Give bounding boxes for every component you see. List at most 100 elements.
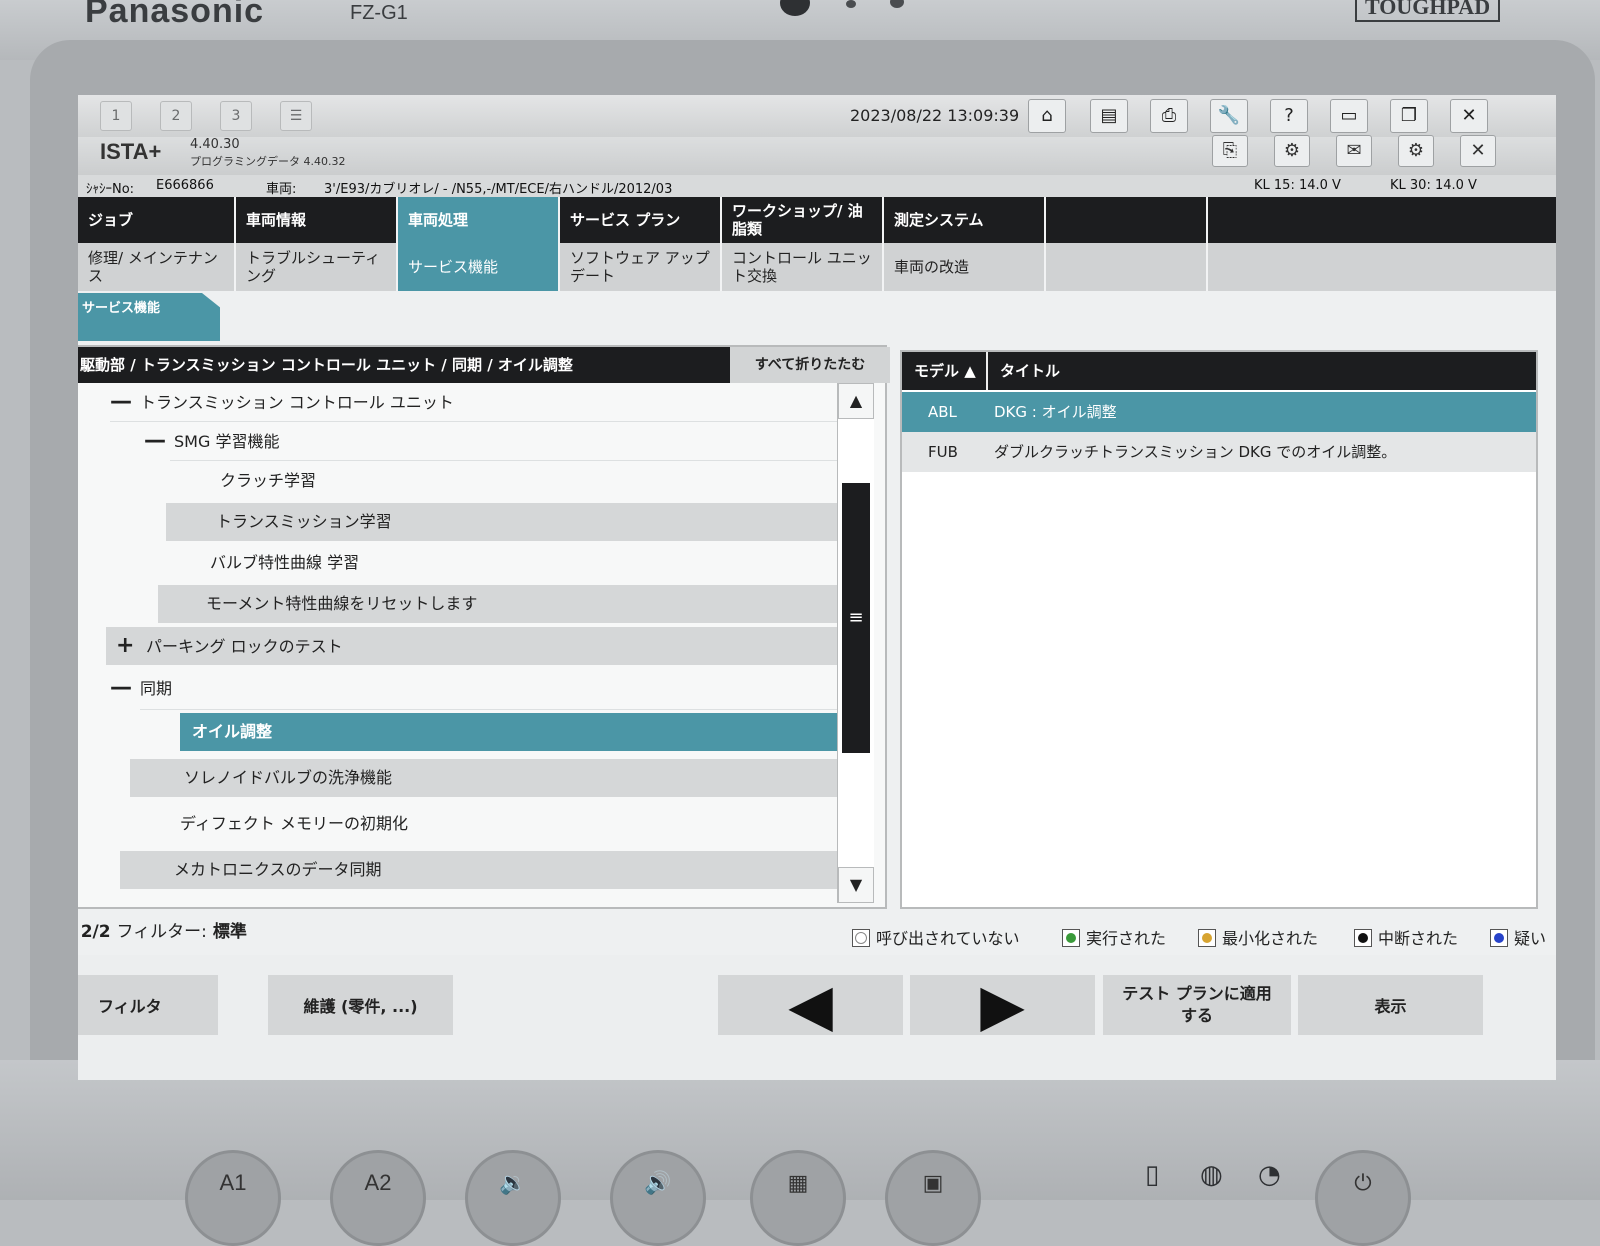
status-line: : 2/2 フィルター: 標準: [78, 917, 247, 942]
help-icon[interactable]: ?: [1270, 99, 1308, 133]
subtab-vehicle-modification[interactable]: 車両の改造: [884, 243, 1046, 291]
collapse-icon[interactable]: —: [110, 383, 140, 421]
minimize-icon[interactable]: ▭: [1330, 99, 1368, 133]
legend-label: 呼び出されていない: [876, 929, 1020, 948]
subtab-repair-maintenance[interactable]: 修理/ メインテナンス: [78, 243, 236, 291]
tree-item[interactable]: + パーキング ロックのテスト: [106, 627, 837, 665]
collapse-all-button[interactable]: すべて折りたたむ: [730, 347, 890, 383]
tree-item[interactable]: バルブ特性曲線 学習: [166, 544, 837, 582]
screen: 1 2 3 ☰ 2023/08/22 13:09:39 ⌂ ▤ ⎙ 🔧 ? ▭ …: [78, 95, 1556, 1080]
tab-workshop[interactable]: ワークショップ/ 油脂類: [722, 197, 884, 243]
display-button[interactable]: 表示: [1298, 975, 1483, 1035]
tree-item[interactable]: — トランスミッション コントロール ユニット: [110, 383, 837, 421]
toolbar-button-3[interactable]: 3: [220, 101, 252, 131]
maintenance-button[interactable]: 維護 (零件, ...): [268, 975, 453, 1035]
power-icon[interactable]: ⏻: [1315, 1150, 1411, 1246]
message-icon[interactable]: ✉: [1336, 135, 1372, 167]
scrollbar[interactable]: ▲ ≡ ▼: [837, 383, 874, 903]
tab-vehicle-processing[interactable]: 車両処理: [398, 197, 560, 243]
legend-executed: 実行された: [1062, 925, 1166, 949]
tab-measurement-system[interactable]: 測定システム: [884, 197, 1046, 243]
tree-item-label: メカトロニクスのデータ同期: [174, 860, 382, 879]
legend-not-called: 呼び出されていない: [852, 925, 1020, 949]
tree-item-label: クラッチ学習: [220, 471, 317, 490]
tree-item-label: バルブ特性曲線 学習: [210, 553, 360, 572]
list-icon[interactable]: ☰: [280, 101, 312, 131]
tree-item-selected[interactable]: オイル調整: [180, 713, 837, 751]
filter-label: フィルター:: [116, 922, 207, 942]
status-suspected-icon: [1490, 929, 1508, 947]
book-icon[interactable]: ▤: [1090, 99, 1128, 133]
table-row-selected[interactable]: ABL DKG : オイル調整: [902, 392, 1536, 432]
briefcase-icon[interactable]: ▣: [885, 1150, 981, 1246]
exit-icon[interactable]: ✕: [1460, 135, 1496, 167]
close-icon[interactable]: ✕: [1450, 99, 1488, 133]
status-executed-icon: [1062, 929, 1080, 947]
breadcrumb: 駆動部 / トランスミッション コントロール ユニット / 同期 / オイル調整: [78, 347, 740, 383]
tree-item[interactable]: ディフェクト メモリーの初期化: [130, 805, 837, 843]
top-toolbar: 1 2 3 ☰ 2023/08/22 13:09:39 ⌂ ▤ ⎙ 🔧 ? ▭ …: [78, 95, 1556, 137]
subtab-service-functions[interactable]: サービス機能: [398, 243, 560, 291]
toolbar-button-2[interactable]: 2: [160, 101, 192, 131]
restore-icon[interactable]: ❐: [1390, 99, 1428, 133]
volume-down-icon[interactable]: 🔉: [465, 1150, 561, 1246]
subtab-software-update[interactable]: ソフトウェア アップデート: [560, 243, 722, 291]
tree-item-label: ディフェクト メモリーの初期化: [180, 814, 408, 833]
tree-item-label: ソレノイドバルブの洗浄機能: [184, 768, 393, 787]
hardware-button-a1[interactable]: A1: [185, 1150, 281, 1246]
collapse-icon[interactable]: —: [144, 422, 174, 460]
cell-model: ABL: [928, 403, 957, 421]
tree-item[interactable]: モーメント特性曲線をリセットします: [158, 585, 837, 623]
section-tab[interactable]: サービス機能: [78, 293, 220, 341]
tab-vehicle-info[interactable]: 車両情報: [236, 197, 398, 243]
power-status-icon: ◔: [1258, 1160, 1281, 1190]
scroll-thumb[interactable]: ≡: [842, 483, 870, 753]
column-header-model[interactable]: モデル ▲: [902, 352, 988, 390]
datetime: 2023/08/22 13:09:39: [850, 106, 1020, 125]
printer-icon[interactable]: ⎙: [1150, 99, 1188, 133]
tree-item[interactable]: クラッチ学習: [190, 462, 837, 500]
home-icon[interactable]: ⌂: [1028, 99, 1066, 133]
subtab-control-unit-replacement[interactable]: コントロール ユニット交換: [722, 243, 884, 291]
wrench-icon[interactable]: 🔧: [1210, 99, 1248, 133]
kl30-voltage: KL 30: 14.0 V: [1390, 178, 1477, 193]
windows-icon[interactable]: ▦: [750, 1150, 846, 1246]
storage-icon: ◍: [1200, 1160, 1223, 1190]
scroll-up-icon[interactable]: ▲: [838, 383, 874, 419]
scroll-down-icon[interactable]: ▼: [838, 867, 874, 903]
subtab-empty-1: [1046, 243, 1208, 291]
filter-value: 標準: [212, 922, 247, 942]
previous-arrow-icon[interactable]: ◀: [718, 971, 903, 1039]
battery-icon: ▯: [1145, 1160, 1160, 1190]
collapse-icon[interactable]: —: [110, 669, 140, 707]
hardware-button-a2[interactable]: A2: [330, 1150, 426, 1246]
kl15-voltage: KL 15: 14.0 V: [1254, 178, 1341, 193]
apply-test-plan-button[interactable]: テスト プランに適用する: [1103, 975, 1291, 1035]
subtab-empty-2: [1208, 243, 1556, 291]
subtab-troubleshooting[interactable]: トラブルシューティング: [236, 243, 398, 291]
next-arrow-icon[interactable]: ▶: [910, 971, 1095, 1039]
tree-item[interactable]: — 同期: [110, 669, 837, 707]
tree-item-label: 同期: [140, 679, 173, 698]
table-row[interactable]: FUB ダブルクラッチトランスミッション DKG でのオイル調整。: [902, 432, 1536, 472]
tree-item[interactable]: トランスミッション学習: [166, 503, 837, 541]
filter-button[interactable]: フィルタ: [78, 975, 218, 1035]
tree-item[interactable]: ソレノイドバルブの洗浄機能: [130, 759, 837, 797]
results-table: モデル ▲ タイトル ABL DKG : オイル調整 FUB ダブルクラッチトラ…: [900, 350, 1538, 909]
tab-service-plan[interactable]: サービス プラン: [560, 197, 722, 243]
settings-app-icon[interactable]: ⚙: [1398, 135, 1434, 167]
volume-up-icon[interactable]: 🔊: [610, 1150, 706, 1246]
cell-model: FUB: [928, 443, 958, 461]
documents-icon[interactable]: ⎘: [1212, 135, 1248, 167]
tab-job[interactable]: ジョブ: [78, 197, 236, 243]
expand-icon[interactable]: +: [116, 627, 146, 665]
tree-item-label: モーメント特性曲線をリセットします: [206, 594, 478, 613]
tree-item[interactable]: メカトロニクスのデータ同期: [120, 851, 837, 889]
divider: [170, 460, 837, 461]
gear-icon[interactable]: ⚙: [1274, 135, 1310, 167]
toolbar-button-1[interactable]: 1: [100, 101, 132, 131]
column-header-title[interactable]: タイトル: [988, 352, 1536, 390]
tree-item[interactable]: — SMG 学習機能: [144, 422, 837, 460]
legend-label: 中断された: [1378, 929, 1459, 948]
divider: [140, 709, 837, 710]
